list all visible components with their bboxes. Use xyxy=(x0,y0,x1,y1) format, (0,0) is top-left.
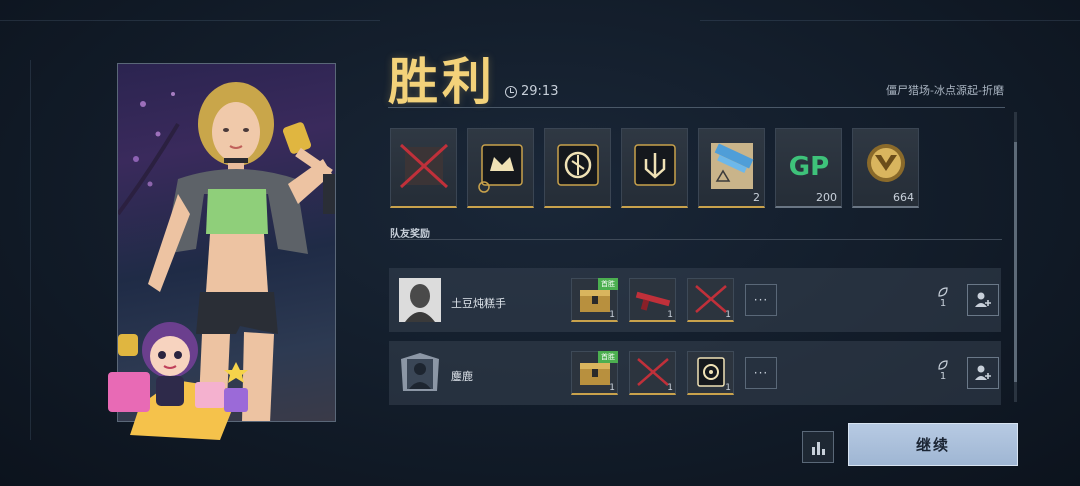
teammate-rewards: 首胜 1 1 1 ··· xyxy=(571,351,777,395)
teammate-rewards: 首胜 1 1 1 ··· xyxy=(571,278,777,322)
reward-count: 1 xyxy=(609,383,615,393)
reward-item[interactable] xyxy=(390,128,457,208)
emblem-shield-icon xyxy=(557,144,599,186)
teammate-reward-item[interactable]: 1 xyxy=(629,351,676,395)
frame-line-left xyxy=(30,60,31,440)
reward-count: 2 xyxy=(753,191,760,204)
teammate-reward-item[interactable]: 首胜 1 xyxy=(571,278,618,322)
reward-count: 1 xyxy=(667,383,673,393)
first-win-badge: 首胜 xyxy=(598,351,618,363)
match-duration: 29:13 xyxy=(505,84,558,99)
rewards-scrollbar[interactable] xyxy=(1014,112,1017,402)
bar-chart-icon xyxy=(811,447,815,455)
leaf-like-icon xyxy=(938,360,948,370)
frame-line-top-right xyxy=(700,20,1080,21)
gold-emblem-coin-icon xyxy=(867,144,905,182)
like-counter[interactable]: 1 xyxy=(937,359,949,382)
reward-count: 664 xyxy=(893,191,914,204)
like-count: 1 xyxy=(939,298,947,309)
reward-count: 1 xyxy=(725,383,731,393)
add-friend-icon xyxy=(975,292,991,307)
like-count: 1 xyxy=(939,371,947,382)
reward-item[interactable] xyxy=(544,128,611,208)
teammate-row: 土豆炖糕手 首胜 1 1 1 ··· 1 xyxy=(389,268,1001,332)
like-counter[interactable]: 1 xyxy=(937,286,949,309)
clock-icon xyxy=(505,85,517,98)
gp-currency-icon: GP xyxy=(789,152,829,182)
reward-item[interactable]: 664 xyxy=(852,128,919,208)
personal-rewards: 2 GP 200 664 xyxy=(390,128,919,208)
reward-count: 1 xyxy=(609,310,615,320)
mascot-sticker xyxy=(108,322,248,440)
weapon-blueprint-icon xyxy=(711,143,754,189)
reward-item[interactable]: GP 200 xyxy=(775,128,842,208)
section-divider xyxy=(390,239,1002,240)
teammate-name: 鏖鹿 xyxy=(451,370,473,383)
teammate-reward-item[interactable]: 1 xyxy=(687,278,734,322)
teammate-name: 土豆炖糕手 xyxy=(451,297,506,310)
statistics-button[interactable] xyxy=(802,431,834,463)
more-rewards-button[interactable]: ··· xyxy=(745,284,777,316)
reward-count: 1 xyxy=(667,310,673,320)
add-friend-button[interactable] xyxy=(967,357,999,389)
avatar[interactable] xyxy=(399,278,441,322)
teammate-row: 鏖鹿 首胜 1 1 1 ··· 1 xyxy=(389,341,1001,405)
continue-button[interactable]: 继续 xyxy=(848,423,1018,466)
locked-crossed-icon xyxy=(399,143,449,189)
avatar[interactable] xyxy=(399,351,441,395)
reward-count: 1 xyxy=(725,310,731,320)
header-divider xyxy=(388,107,1005,108)
reward-count: 200 xyxy=(816,191,837,204)
first-win-badge: 首胜 xyxy=(598,278,618,290)
add-friend-button[interactable] xyxy=(967,284,999,316)
frame-line-top xyxy=(0,20,380,21)
leaf-like-icon xyxy=(938,287,948,297)
add-friend-icon xyxy=(975,365,991,380)
duration-text: 29:13 xyxy=(521,84,559,99)
svg-text:GP: GP xyxy=(789,152,829,182)
victory-title: 胜利 xyxy=(388,52,496,111)
teammate-reward-item[interactable]: 1 xyxy=(687,351,734,395)
more-rewards-button[interactable]: ··· xyxy=(745,357,777,389)
teammate-rewards-heading: 队友奖励 xyxy=(390,229,430,240)
reward-item[interactable] xyxy=(467,128,534,208)
reward-item[interactable] xyxy=(621,128,688,208)
game-mode-label: 僵尸猎场-冰点源起-折磨 xyxy=(886,84,1004,97)
teammate-reward-item[interactable]: 1 xyxy=(629,278,676,322)
emblem-trident-icon xyxy=(634,144,676,186)
scrollbar-thumb[interactable] xyxy=(1014,142,1017,382)
teammate-reward-item[interactable]: 首胜 1 xyxy=(571,351,618,395)
reward-item[interactable]: 2 xyxy=(698,128,765,208)
emblem-crown-icon xyxy=(478,144,523,193)
